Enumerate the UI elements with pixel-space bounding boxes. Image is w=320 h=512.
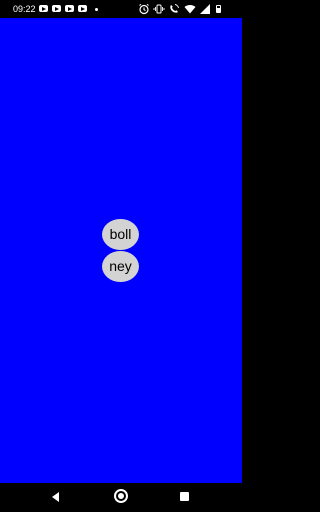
app-canvas: boll ney	[0, 18, 242, 483]
youtube-icon	[52, 5, 61, 12]
signal-icon	[200, 4, 210, 14]
wifi-icon	[184, 4, 196, 14]
status-bar: 09:22	[0, 0, 242, 18]
more-notifications-dot-icon	[95, 8, 98, 11]
recents-icon[interactable]	[180, 492, 189, 501]
youtube-icon	[65, 5, 74, 12]
youtube-icon	[78, 5, 87, 12]
ney-button[interactable]: ney	[102, 251, 139, 282]
status-time: 09:22	[13, 4, 36, 14]
boll-button[interactable]: boll	[102, 219, 139, 250]
call-wifi-icon	[170, 4, 179, 13]
battery-icon	[216, 5, 221, 13]
home-icon[interactable]	[114, 489, 128, 503]
vibrate-icon	[153, 4, 165, 14]
youtube-icon	[39, 5, 48, 12]
alarm-icon	[139, 3, 149, 15]
navigation-bar	[0, 483, 242, 512]
system-icons	[138, 3, 236, 15]
back-icon[interactable]	[52, 492, 59, 502]
